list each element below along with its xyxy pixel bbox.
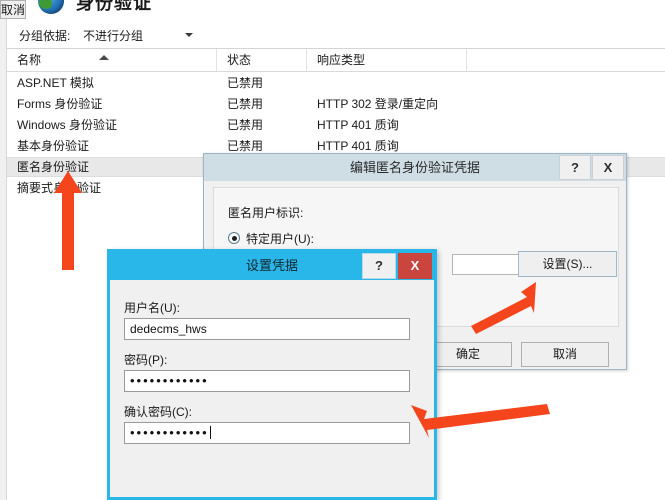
- cell-response: HTTP 302 登录/重定向: [317, 97, 439, 111]
- help-icon[interactable]: ?: [362, 253, 396, 279]
- cell-response: [307, 73, 507, 93]
- username-input[interactable]: dedecms_hws: [124, 318, 410, 340]
- confirm-password-input[interactable]: ••••••••••••: [124, 422, 410, 444]
- confirm-password-label: 确认密码(C):: [124, 405, 192, 419]
- cell-status: 已禁用: [227, 76, 264, 90]
- inner-cancel-button[interactable]: 取消: [0, 0, 27, 19]
- cell-status: 已禁用: [227, 97, 264, 111]
- anonymous-identity-label: 匿名用户标识:: [228, 206, 304, 220]
- table-row[interactable]: Forms 身份验证 已禁用 HTTP 302 登录/重定向: [7, 94, 665, 114]
- page-title: 身份验证: [76, 0, 152, 13]
- table-row[interactable]: ASP.NET 模拟 已禁用: [7, 73, 665, 93]
- groupby-selected-value: 不进行分组: [83, 29, 144, 43]
- cell-name: 摘要式身份验证: [17, 181, 102, 195]
- cell-name: Windows 身份验证: [17, 118, 118, 132]
- password-label: 密码(P):: [124, 353, 168, 367]
- groupby-toolbar: 分组依据: 不进行分组: [7, 22, 665, 48]
- radio-selected-icon: [228, 232, 240, 244]
- dialog-titlebar: 编辑匿名身份验证凭据 ? X: [204, 154, 626, 181]
- sort-ascending-caret-icon: [99, 55, 109, 60]
- column-header-blank[interactable]: [467, 49, 665, 71]
- outer-cancel-button[interactable]: 取消: [521, 342, 609, 367]
- table-row[interactable]: Windows 身份验证 已禁用 HTTP 401 质询: [7, 115, 665, 135]
- cell-name: Forms 身份验证: [17, 97, 103, 111]
- cell-name: 基本身份验证: [17, 139, 90, 153]
- column-header-status[interactable]: 状态: [217, 49, 307, 71]
- chevron-down-icon: [185, 33, 193, 37]
- left-rail: [0, 0, 7, 500]
- cell-name: 匿名身份验证: [17, 160, 90, 174]
- username-label: 用户名(U):: [124, 301, 180, 315]
- password-input[interactable]: ••••••••••••: [124, 370, 410, 392]
- page-header: 身份验证: [0, 0, 665, 22]
- text-caret: [209, 426, 211, 439]
- cell-status: 已禁用: [227, 118, 264, 132]
- list-header-row: 名称 状态 响应类型: [7, 49, 665, 72]
- help-icon[interactable]: ?: [559, 155, 591, 180]
- cell-response: HTTP 401 质询: [317, 118, 399, 132]
- column-header-response-type[interactable]: 响应类型: [307, 49, 467, 71]
- settings-button[interactable]: 设置(S)...: [518, 251, 617, 277]
- close-icon[interactable]: X: [592, 155, 624, 180]
- screenshot-root: 身份验证 分组依据: 不进行分组 名称 状态 响应类型 ASP.NET 模拟 已…: [0, 0, 665, 500]
- dialog-titlebar: 设置凭据 ? X: [110, 252, 434, 280]
- outer-ok-button[interactable]: 确定: [424, 342, 512, 367]
- cell-name: ASP.NET 模拟: [17, 76, 94, 90]
- groupby-label: 分组依据:: [19, 29, 71, 43]
- groupby-dropdown[interactable]: 不进行分组: [79, 25, 199, 44]
- globe-icon: [38, 0, 64, 14]
- close-icon[interactable]: X: [398, 253, 432, 279]
- radio-specific-user-label: 特定用户(U):: [246, 232, 314, 246]
- column-header-name[interactable]: 名称: [7, 49, 217, 71]
- confirm-password-value: ••••••••••••: [130, 425, 209, 440]
